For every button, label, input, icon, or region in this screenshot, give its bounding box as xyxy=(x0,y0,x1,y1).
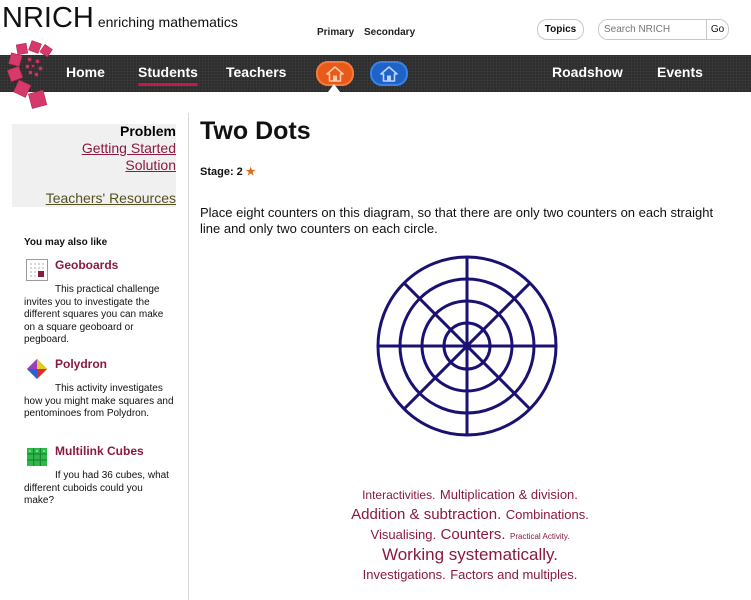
search-box: Go xyxy=(598,19,729,40)
secondary-label: Secondary xyxy=(364,27,416,38)
tag-combinations[interactable]: Combinations. xyxy=(506,507,589,522)
home-icon xyxy=(326,65,344,82)
brand-name[interactable]: NRICH xyxy=(2,2,94,35)
geoboard-icon[interactable] xyxy=(26,259,48,281)
nav-pointer xyxy=(328,84,340,92)
multilink-cubes-description: If you had 36 cubes, what different cubo… xyxy=(24,470,169,506)
nav-roadshow[interactable]: Roadshow xyxy=(552,64,623,80)
star-icon: ★ xyxy=(245,166,256,178)
brand[interactable]: NRICH enriching mathematics xyxy=(2,2,238,35)
stage-label: Stage: 2 xyxy=(200,165,243,178)
tag-visualising[interactable]: Visualising. xyxy=(371,527,437,542)
nav-students[interactable]: Students xyxy=(138,64,198,86)
tag-factors-multiples[interactable]: Factors and multiples. xyxy=(450,567,577,582)
go-button[interactable]: Go xyxy=(706,20,728,39)
nav-teachers[interactable]: Teachers xyxy=(226,64,286,80)
two-dots-diagram xyxy=(376,255,558,437)
primary-home-button[interactable] xyxy=(316,61,354,86)
stage-indicator: Stage: 2 ★ xyxy=(200,165,256,179)
secondary-home-button[interactable] xyxy=(370,61,408,86)
geoboards-link[interactable]: Geoboards xyxy=(55,258,118,272)
home-icon xyxy=(380,65,398,82)
tag-addition-subtraction[interactable]: Addition & subtraction. xyxy=(351,506,501,523)
nav-events[interactable]: Events xyxy=(657,64,703,80)
multilink-cubes-icon[interactable] xyxy=(26,445,48,467)
polydron-link[interactable]: Polydron xyxy=(55,357,107,371)
tag-investigations[interactable]: Investigations. xyxy=(363,567,446,582)
main-navbar: Home Students Teachers Roadshow Events xyxy=(0,55,751,92)
teachers-resources-link[interactable]: Teachers' Resources xyxy=(46,190,176,206)
getting-started-link[interactable]: Getting Started xyxy=(82,140,176,156)
tag-counters[interactable]: Counters. xyxy=(441,526,506,543)
nrich-logo-icon[interactable] xyxy=(6,38,62,112)
page-title: Two Dots xyxy=(200,117,311,145)
nav-home[interactable]: Home xyxy=(66,64,105,80)
brand-tagline: enriching mathematics xyxy=(97,14,238,30)
solution-link[interactable]: Solution xyxy=(125,157,176,173)
tag-interactivities[interactable]: Interactivities. xyxy=(362,488,435,502)
geoboards-description: This practical challenge invites you to … xyxy=(24,284,164,345)
problem-intro: Place eight counters on this diagram, so… xyxy=(200,205,714,236)
primary-label: Primary xyxy=(317,27,355,38)
tag-practical-activity[interactable]: Practical Activity. xyxy=(510,532,569,541)
sidebar-divider xyxy=(188,113,189,600)
tag-multiplication-division[interactable]: Multiplication & division. xyxy=(440,487,578,502)
also-like-title: You may also like xyxy=(24,237,108,248)
search-input[interactable] xyxy=(599,20,706,39)
polydron-description: This activity investigates how you might… xyxy=(24,383,174,419)
problem-heading: Problem xyxy=(119,123,176,139)
tag-working-systematically[interactable]: Working systematically. xyxy=(382,545,558,564)
topics-button[interactable]: Topics xyxy=(537,19,584,40)
multilink-cubes-link[interactable]: Multilink Cubes xyxy=(55,444,144,458)
topic-tags: Interactivities. Multiplication & divisi… xyxy=(290,486,650,584)
polydron-icon[interactable] xyxy=(26,358,48,380)
